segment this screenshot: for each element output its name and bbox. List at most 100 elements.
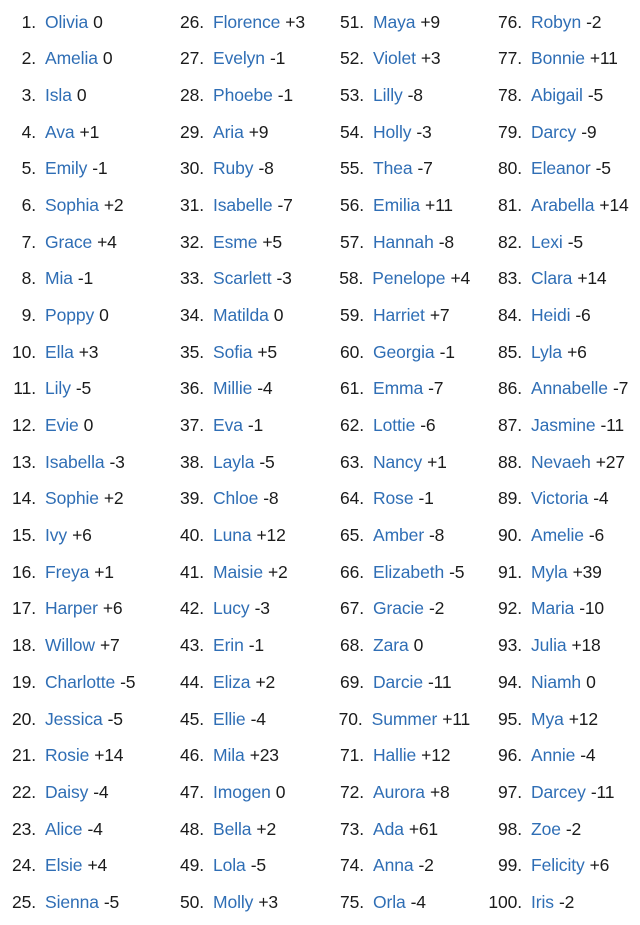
entry-name[interactable]: Summer [372, 710, 438, 729]
entry-name[interactable]: Ellie [213, 710, 246, 729]
entry-name[interactable]: Maya [373, 13, 416, 32]
entry-name[interactable]: Isabelle [213, 196, 273, 215]
entry-name[interactable]: Lily [45, 380, 71, 398]
entry-name[interactable]: Julia [531, 637, 567, 655]
entry-name[interactable]: Daisy [45, 783, 88, 802]
entry-name[interactable]: Ava [45, 123, 75, 142]
entry-name[interactable]: Ada [373, 820, 404, 839]
entry-name[interactable]: Lexi [531, 233, 563, 252]
entry-name[interactable]: Gracie [373, 600, 424, 618]
entry-name[interactable]: Harper [45, 600, 98, 618]
entry-name[interactable]: Eliza [213, 673, 251, 692]
entry-name[interactable]: Iris [531, 893, 554, 912]
entry-name[interactable]: Bonnie [531, 50, 585, 68]
entry-name[interactable]: Sophie [45, 490, 99, 508]
entry-name[interactable]: Darcey [531, 783, 586, 802]
entry-name[interactable]: Anna [373, 857, 414, 875]
entry-name[interactable]: Thea [373, 160, 413, 178]
entry-name[interactable]: Alice [45, 820, 83, 839]
entry-name[interactable]: Poppy [45, 307, 94, 325]
entry-name[interactable]: Darcy [531, 123, 576, 142]
entry-name[interactable]: Matilda [213, 307, 269, 325]
entry-name[interactable]: Annabelle [531, 380, 608, 398]
entry-name[interactable]: Millie [213, 380, 252, 398]
entry-name[interactable]: Luna [213, 527, 252, 545]
entry-name[interactable]: Felicity [531, 857, 585, 875]
entry-name[interactable]: Emilia [373, 196, 420, 215]
entry-name[interactable]: Ruby [213, 160, 254, 178]
entry-name[interactable]: Emily [45, 160, 87, 178]
entry-name[interactable]: Ivy [45, 527, 67, 545]
entry-name[interactable]: Mia [45, 270, 73, 288]
entry-name[interactable]: Isla [45, 86, 72, 105]
entry-name[interactable]: Scarlett [213, 270, 272, 288]
entry-name[interactable]: Olivia [45, 13, 88, 32]
entry-name[interactable]: Clara [531, 270, 572, 288]
entry-name[interactable]: Holly [373, 123, 412, 142]
entry-name[interactable]: Ella [45, 343, 74, 362]
entry-name[interactable]: Charlotte [45, 673, 115, 692]
entry-name[interactable]: Maria [531, 600, 574, 618]
entry-name[interactable]: Grace [45, 233, 92, 252]
entry-name[interactable]: Esme [213, 233, 257, 252]
entry-name[interactable]: Sophia [45, 196, 99, 215]
entry-name[interactable]: Chloe [213, 490, 258, 508]
entry-name[interactable]: Molly [213, 893, 253, 912]
entry-name[interactable]: Rosie [45, 747, 89, 765]
entry-name[interactable]: Freya [45, 563, 89, 582]
entry-name[interactable]: Niamh [531, 673, 581, 692]
entry-name[interactable]: Emma [373, 380, 423, 398]
entry-name[interactable]: Jessica [45, 710, 103, 729]
entry-name[interactable]: Lucy [213, 600, 250, 618]
entry-name[interactable]: Myla [531, 563, 568, 582]
entry-name[interactable]: Aria [213, 123, 244, 142]
entry-name[interactable]: Lilly [373, 86, 403, 105]
entry-name[interactable]: Amelia [45, 50, 98, 68]
entry-name[interactable]: Abigail [531, 86, 583, 105]
entry-name[interactable]: Georgia [373, 343, 435, 362]
entry-name[interactable]: Lyla [531, 343, 562, 362]
entry-name[interactable]: Jasmine [531, 417, 596, 435]
entry-name[interactable]: Annie [531, 747, 575, 765]
entry-name[interactable]: Florence [213, 13, 280, 32]
entry-name[interactable]: Zoe [531, 820, 561, 839]
entry-name[interactable]: Amber [373, 527, 424, 545]
entry-name[interactable]: Sofia [213, 343, 252, 362]
entry-name[interactable]: Imogen [213, 783, 271, 802]
entry-name[interactable]: Elsie [45, 857, 83, 875]
entry-name[interactable]: Aurora [373, 783, 425, 802]
entry-name[interactable]: Layla [213, 453, 254, 472]
entry-name[interactable]: Lola [213, 857, 246, 875]
entry-name[interactable]: Nevaeh [531, 453, 591, 472]
entry-name[interactable]: Sienna [45, 893, 99, 912]
entry-name[interactable]: Mila [213, 747, 245, 765]
entry-name[interactable]: Evie [45, 417, 79, 435]
entry-name[interactable]: Hannah [373, 233, 434, 252]
entry-name[interactable]: Nancy [373, 453, 422, 472]
entry-name[interactable]: Hallie [373, 747, 416, 765]
entry-name[interactable]: Penelope [372, 270, 445, 288]
entry-name[interactable]: Maisie [213, 563, 263, 582]
entry-name[interactable]: Amelie [531, 527, 584, 545]
entry-name[interactable]: Bella [213, 820, 252, 839]
entry-name[interactable]: Harriet [373, 307, 425, 325]
entry-name[interactable]: Victoria [531, 490, 588, 508]
entry-name[interactable]: Phoebe [213, 86, 273, 105]
entry-name[interactable]: Lottie [373, 417, 415, 435]
entry-name[interactable]: Eva [213, 417, 243, 435]
entry-name[interactable]: Robyn [531, 13, 581, 32]
entry-name[interactable]: Violet [373, 50, 416, 68]
entry-name[interactable]: Mya [531, 710, 564, 729]
entry-name[interactable]: Orla [373, 893, 406, 912]
entry-name[interactable]: Isabella [45, 453, 105, 472]
entry-name[interactable]: Zara [373, 637, 409, 655]
entry-name[interactable]: Rose [373, 490, 414, 508]
entry-name[interactable]: Elizabeth [373, 563, 444, 582]
entry-name[interactable]: Darcie [373, 673, 423, 692]
entry-name[interactable]: Erin [213, 637, 244, 655]
entry-name[interactable]: Willow [45, 637, 95, 655]
entry-name[interactable]: Heidi [531, 307, 570, 325]
entry-name[interactable]: Arabella [531, 196, 595, 215]
entry-name[interactable]: Eleanor [531, 160, 591, 178]
entry-name[interactable]: Evelyn [213, 50, 265, 68]
